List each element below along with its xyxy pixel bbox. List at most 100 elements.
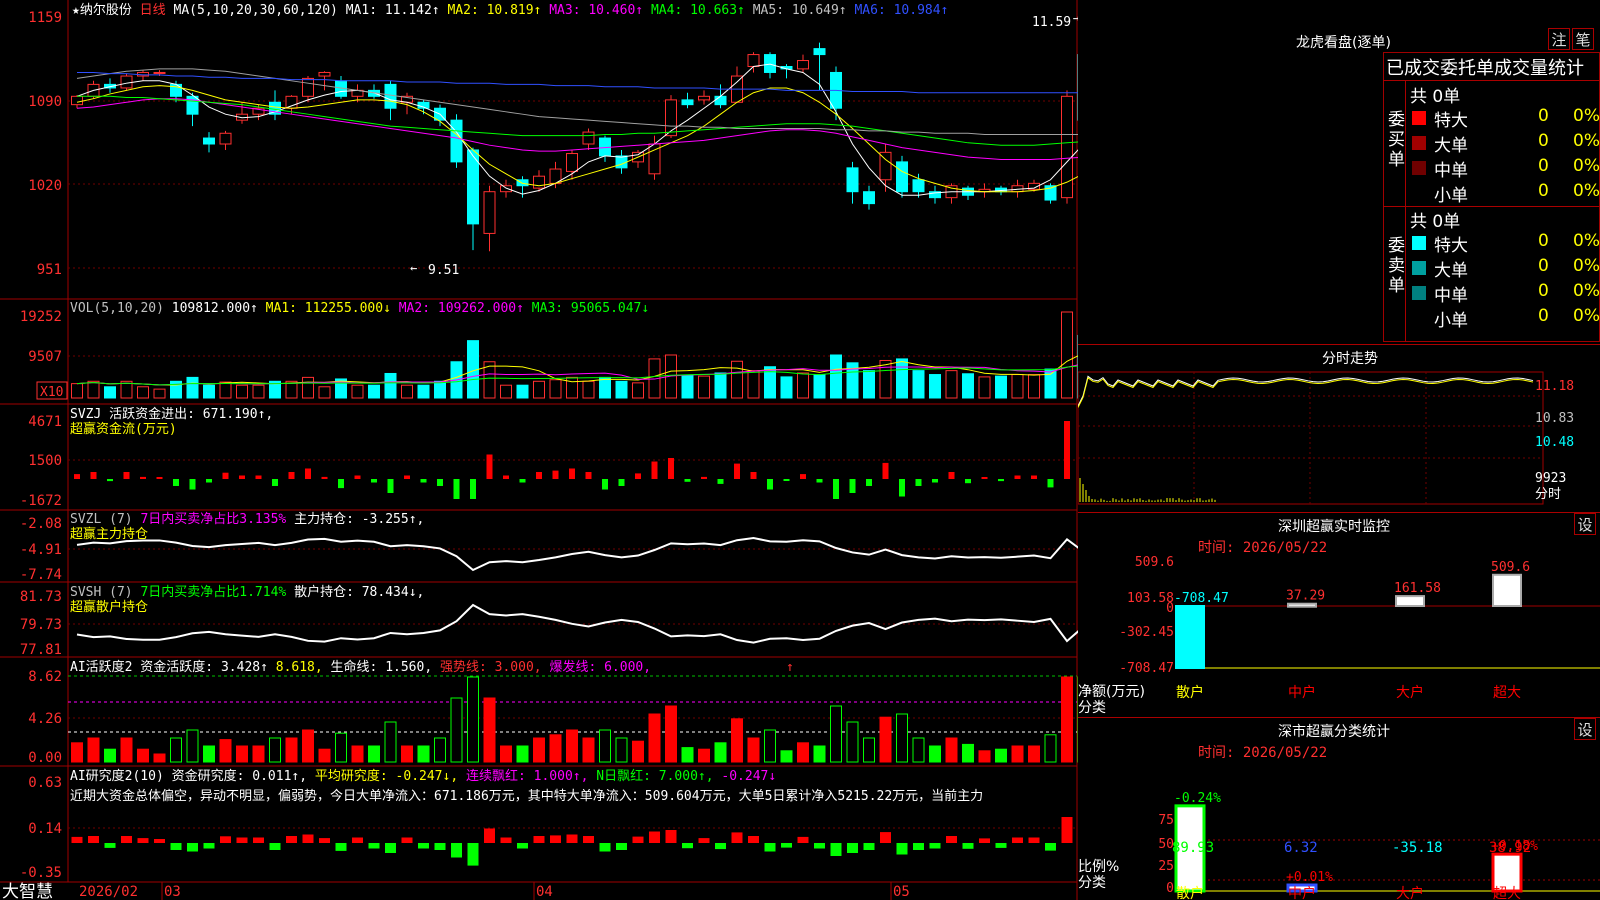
ai-activity-bar — [600, 730, 611, 762]
order-type-label: 特大 — [1434, 106, 1468, 131]
volume-bar — [237, 385, 248, 398]
sz-bar-label: 161.58 — [1394, 581, 1441, 596]
sz-axis-label: -708.47 — [1119, 661, 1174, 676]
volume-bar — [979, 377, 990, 398]
volume-bar — [831, 355, 842, 398]
order-color-swatch — [1412, 261, 1426, 275]
volume-bar — [732, 361, 743, 398]
period-label[interactable]: 日线 — [140, 3, 166, 18]
ai-research-bar — [682, 843, 693, 848]
ai-research-bar — [583, 836, 594, 843]
ai-research-red: 连续飘红: 1.000↑, — [466, 768, 588, 784]
vol-ma1: MA1: 112255.000↓ — [266, 301, 391, 316]
ai-active-arrow: ↑ — [786, 660, 794, 675]
ai-research-bar — [649, 832, 660, 844]
order-color-swatch — [1412, 111, 1426, 125]
ai-activity-bar — [963, 744, 974, 762]
volume-bar — [633, 383, 644, 398]
fund-flow-bar — [289, 472, 295, 479]
stroke-button[interactable]: 笔 — [1572, 28, 1594, 50]
sz-bar-label: 37.29 — [1286, 589, 1325, 604]
sc-value-label: 38.92 — [1489, 840, 1531, 856]
svzj-axis-label: -1672 — [20, 493, 62, 509]
fund-flow-bar — [1031, 476, 1037, 480]
svg-text:SVSH (7) 7日内买卖净占比1.714%: SVSH (7) 7日内买卖净占比1.714% 散户持仓: 78.434↓, — [70, 584, 424, 600]
ai-research-bar — [105, 843, 116, 848]
intraday-axis-label: 分时 — [1535, 487, 1561, 502]
order-count: 0 — [1538, 281, 1549, 301]
vol-value: 109812.000↑ — [172, 301, 258, 316]
sc-settings-button[interactable]: 设 — [1574, 718, 1596, 740]
date-axis-label: 04 — [536, 884, 553, 900]
intraday-chart[interactable]: 11.18 10.83 10.48 9923分时 — [1078, 366, 1600, 516]
svzj-axis-label: 4671 — [28, 414, 62, 430]
fund-flow-bar — [916, 479, 922, 486]
ai-activity-bar — [220, 740, 231, 762]
fund-flow-bar — [470, 479, 476, 499]
price-axis-label: 1090 — [28, 94, 62, 110]
ai-activity-bar — [765, 730, 776, 762]
volume-bar — [418, 385, 429, 398]
svg-text:SVZL (7) 7日内买卖净占比3.135%: SVZL (7) 7日内买卖净占比3.135% 主力持仓: -3.255↑, — [70, 511, 424, 527]
fund-flow-bar — [454, 479, 460, 499]
sc-ratio-chart: 7550250-0.24%89.93散户+0.01%6.32中户-35.18大户… — [1078, 760, 1600, 900]
fund-flow-bar — [932, 479, 938, 483]
volume-bar — [550, 380, 561, 398]
ai-research-bar — [435, 843, 446, 850]
volume-bar — [930, 375, 941, 398]
sell-orders-label: 委卖单 — [1388, 236, 1404, 296]
order-color-swatch — [1412, 311, 1426, 325]
ai-research-bar — [204, 843, 215, 849]
ai-activity-bar — [451, 698, 462, 762]
sz-bar-label: -708.47 — [1174, 591, 1229, 606]
ai-research-bar — [534, 836, 545, 843]
ai-research-bar — [286, 836, 297, 843]
ai-activity-bar — [88, 738, 99, 762]
ai-activity-bar — [319, 749, 330, 762]
svg-text:VOL(5,10,20) 109812.000↑: VOL(5,10,20) 109812.000↑ MA1: 112255.000… — [70, 301, 649, 316]
candle-body — [583, 132, 594, 144]
fund-flow-bar — [635, 473, 641, 479]
order-count: 0 — [1538, 106, 1549, 126]
ai-research-bar — [1045, 843, 1056, 851]
order-percent: 0% — [1573, 156, 1600, 176]
fund-flow-bar — [206, 479, 212, 483]
ai-research-bar — [864, 843, 875, 850]
volume-bar — [369, 385, 380, 398]
candle-body — [319, 72, 330, 76]
sz-bar — [1176, 606, 1204, 668]
order-percent: 0% — [1573, 131, 1600, 151]
ai-research-bar — [748, 836, 759, 843]
sz-settings-button[interactable]: 设 — [1574, 513, 1596, 535]
sc-category-label: 超大 — [1493, 886, 1521, 900]
ai-axis-label: 8.62 — [28, 669, 62, 685]
ai-research-bar — [154, 839, 165, 843]
order-type-label: 特大 — [1434, 231, 1468, 256]
note-button[interactable]: 注 — [1548, 28, 1570, 50]
sc-axis-label: 75 — [1158, 813, 1174, 828]
kline-chart-area[interactable]: 1159 1090 1020 951 19252 9507 4671 1500 … — [0, 0, 1078, 900]
candle-body — [814, 49, 825, 55]
candle-body — [864, 192, 875, 204]
candle-body — [385, 84, 396, 108]
order-percent: 0% — [1573, 231, 1600, 251]
ai-research-bar — [979, 838, 990, 843]
svsh-title: SVSH (7) — [70, 585, 133, 600]
candle-body — [451, 120, 462, 162]
ai-activity-bar — [501, 746, 512, 762]
candle-body — [484, 192, 495, 234]
volume-bar — [352, 385, 363, 398]
candle-body — [286, 96, 297, 108]
svsh-axis-label: 79.73 — [20, 617, 62, 633]
ai-research-bar — [72, 837, 83, 843]
sz-bar — [1288, 604, 1316, 607]
ai-research-bar — [171, 843, 182, 850]
ai-activity-bar — [237, 746, 248, 762]
ai-activity-bar — [138, 749, 149, 762]
ai-activity-bar — [286, 738, 297, 762]
volume-bar — [963, 374, 974, 398]
svzj-axis-label: 1500 — [28, 453, 62, 469]
volume-bar — [138, 387, 149, 398]
ai-activity-bar — [781, 751, 792, 762]
volume-bar — [880, 360, 891, 398]
